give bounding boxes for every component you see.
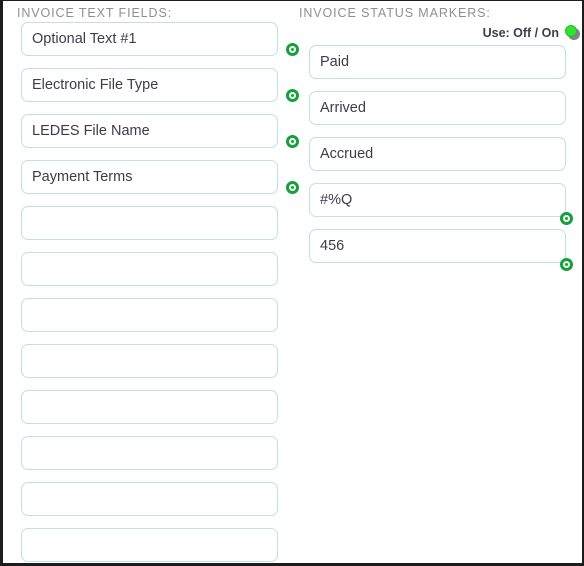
invoice-text-field-input-2[interactable]: Electronic File Type — [21, 68, 278, 102]
toggle-knob-icon[interactable] — [565, 25, 580, 40]
use-off-on-toggle-row[interactable]: Use: Off / On — [483, 25, 580, 40]
invoice-text-field-row-1: Optional Text #1 — [21, 22, 299, 62]
invoice-text-field-row-2: Electronic File Type — [21, 68, 299, 108]
invoice-text-field-status-marker-icon-4[interactable] — [286, 181, 299, 194]
invoice-text-field-row-5 — [21, 206, 293, 246]
invoice-status-markers-header: INVOICE STATUS MARKERS: — [299, 6, 491, 20]
invoice-text-field-input-7[interactable] — [21, 298, 278, 332]
invoice-text-field-row-4: Payment Terms — [21, 160, 299, 200]
invoice-text-field-input-5[interactable] — [21, 206, 278, 240]
invoice-text-field-input-6[interactable] — [21, 252, 278, 286]
invoice-text-field-input-9[interactable] — [21, 390, 278, 424]
use-off-on-label: Use: Off / On — [482, 25, 559, 40]
invoice-text-field-row-6 — [21, 252, 293, 292]
invoice-status-marker-input-4[interactable]: #%Q — [309, 183, 566, 217]
invoice-status-markers-panel: INVOICE STATUS MARKERS: Use: Off / On Pa… — [299, 1, 582, 563]
invoice-text-field-input-10[interactable] — [21, 436, 278, 470]
invoice-text-field-input-1[interactable]: Optional Text #1 — [21, 22, 278, 56]
invoice-status-marker-input-5[interactable]: 456 — [309, 229, 566, 263]
invoice-text-field-row-12 — [21, 528, 293, 563]
toggle-knob-dot — [565, 25, 577, 37]
invoice-text-field-input-11[interactable] — [21, 482, 278, 516]
invoice-text-fields-header: INVOICE TEXT FIELDS: — [17, 6, 173, 20]
invoice-text-field-row-7 — [21, 298, 293, 338]
invoice-status-marker-row-3: Accrued — [309, 137, 581, 177]
invoice-status-marker-input-2[interactable]: Arrived — [309, 91, 566, 125]
invoice-text-field-row-10 — [21, 436, 293, 476]
invoice-text-field-status-marker-icon-1[interactable] — [286, 43, 299, 56]
invoice-text-field-row-8 — [21, 344, 293, 384]
invoice-text-field-input-12[interactable] — [21, 528, 278, 562]
invoice-status-marker-row-1: Paid — [309, 45, 581, 85]
invoice-status-marker-input-1[interactable]: Paid — [309, 45, 566, 79]
invoice-status-marker-row-2: Arrived — [309, 91, 581, 131]
invoice-text-field-row-11 — [21, 482, 293, 522]
invoice-settings-page: INVOICE TEXT FIELDS: Optional Text #1 Ele… — [0, 0, 584, 566]
invoice-status-marker-row-4: #%Q — [309, 183, 581, 225]
invoice-text-field-row-3: LEDES File Name — [21, 114, 299, 154]
invoice-text-field-input-3[interactable]: LEDES File Name — [21, 114, 278, 148]
invoice-text-fields-panel: INVOICE TEXT FIELDS: Optional Text #1 Ele… — [11, 1, 299, 563]
invoice-text-field-status-marker-icon-3[interactable] — [286, 135, 299, 148]
invoice-text-field-row-9 — [21, 390, 293, 430]
invoice-status-marker-status-marker-icon-4[interactable] — [560, 212, 573, 225]
invoice-status-marker-row-5: 456 — [309, 229, 581, 271]
invoice-text-field-status-marker-icon-2[interactable] — [286, 89, 299, 102]
invoice-status-marker-status-marker-icon-5[interactable] — [560, 258, 573, 271]
invoice-status-marker-input-3[interactable]: Accrued — [309, 137, 566, 171]
invoice-text-field-input-4[interactable]: Payment Terms — [21, 160, 278, 194]
invoice-text-field-input-8[interactable] — [21, 344, 278, 378]
